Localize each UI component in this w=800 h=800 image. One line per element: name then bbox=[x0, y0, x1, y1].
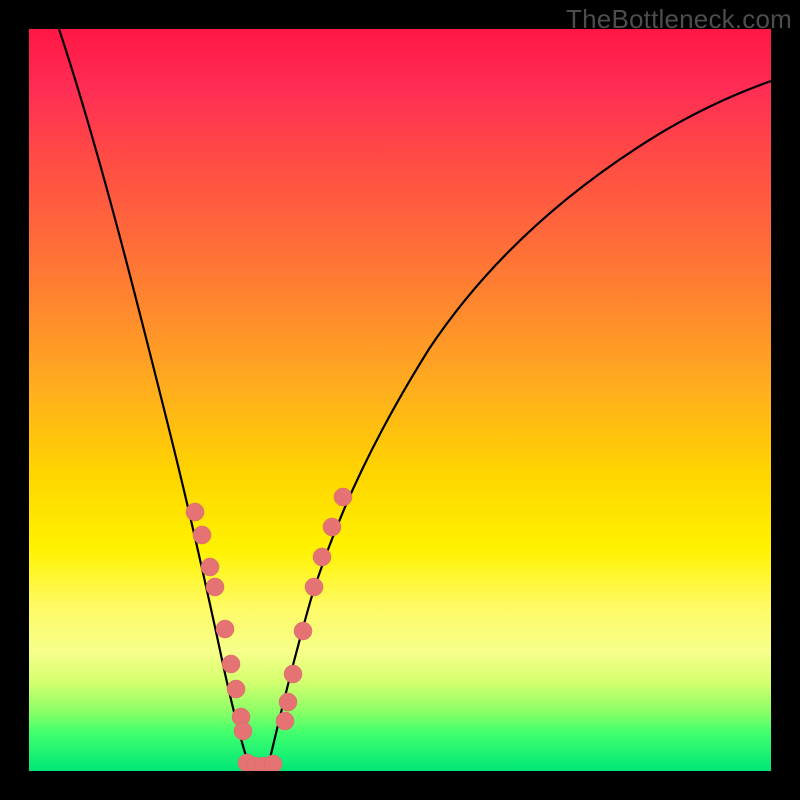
outer-frame: TheBottleneck.com bbox=[0, 0, 800, 800]
plot-area bbox=[29, 29, 771, 771]
dots-bottom bbox=[238, 754, 282, 771]
watermark-text: TheBottleneck.com bbox=[566, 4, 792, 35]
dots-right bbox=[276, 488, 352, 730]
right-curve bbox=[267, 81, 771, 771]
left-curve bbox=[59, 29, 251, 771]
dots-left bbox=[186, 503, 252, 740]
chart-svg bbox=[29, 29, 771, 771]
